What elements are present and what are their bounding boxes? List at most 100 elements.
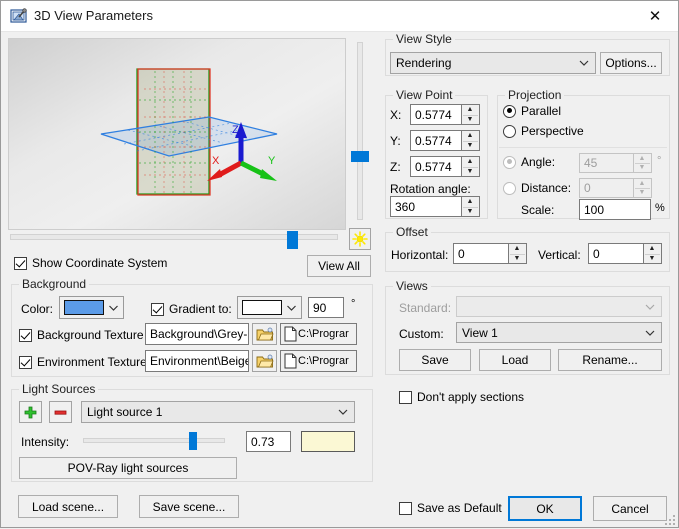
light-color-swatch-button[interactable] xyxy=(301,431,355,452)
background-color-swatch xyxy=(64,300,104,315)
chevron-up-icon[interactable]: ▲ xyxy=(462,197,478,206)
chevron-up-icon[interactable]: ▲ xyxy=(462,105,478,114)
ok-button[interactable]: OK xyxy=(508,496,582,521)
environment-texture-checkbox[interactable]: Environment Texture xyxy=(19,355,147,369)
view-style-options-button[interactable]: Options... xyxy=(600,52,662,74)
3d-preview-viewport[interactable]: Z X Y xyxy=(8,38,346,230)
rotation-angle-input[interactable]: 360 xyxy=(390,196,462,217)
chevron-down-icon[interactable]: ▼ xyxy=(634,188,650,197)
projection-parallel-label: Parallel xyxy=(521,104,562,118)
background-color-combo[interactable] xyxy=(59,296,124,319)
light-source-select[interactable]: Light source 1 xyxy=(81,401,355,423)
viewport-vertical-slider-thumb[interactable] xyxy=(351,151,369,162)
environment-texture-file-button[interactable]: C:\Prograr xyxy=(280,350,357,372)
environment-texture-label: Environment Texture xyxy=(37,355,147,369)
background-texture-file-button[interactable]: C:\Prograr xyxy=(280,323,357,345)
projection-scale-input[interactable]: 100 xyxy=(579,199,651,220)
intensity-label: Intensity: xyxy=(21,435,70,449)
chevron-up-icon[interactable]: ▲ xyxy=(644,244,660,253)
sun-icon[interactable] xyxy=(349,228,371,250)
projection-perspective-radio[interactable]: Perspective xyxy=(503,124,584,138)
chevron-up-icon[interactable]: ▲ xyxy=(509,244,525,253)
chevron-down-icon[interactable]: ▼ xyxy=(634,163,650,172)
views-standard-select[interactable] xyxy=(456,296,662,317)
gradient-angle-input[interactable]: 90 xyxy=(308,297,344,318)
checkbox-box xyxy=(14,256,27,270)
file-icon xyxy=(284,326,297,342)
close-icon[interactable]: ✕ xyxy=(632,1,678,31)
gradient-color-swatch xyxy=(242,300,282,315)
checkbox-box xyxy=(151,302,164,316)
chevron-up-icon[interactable]: ▲ xyxy=(462,131,478,140)
chevron-down-icon[interactable]: ▼ xyxy=(462,141,478,150)
folder-icon[interactable] xyxy=(252,350,277,372)
chevron-down-icon xyxy=(573,60,595,66)
background-color-label: Color: xyxy=(21,302,54,316)
add-light-icon[interactable] xyxy=(19,401,42,423)
rotation-angle-spinner[interactable]: ▲ ▼ xyxy=(462,196,480,217)
view-point-z-spinner[interactable]: ▲ ▼ xyxy=(462,156,480,177)
projection-parallel-radio[interactable]: Parallel xyxy=(503,104,561,118)
projection-angle-radio[interactable]: Angle: xyxy=(503,155,555,169)
views-save-button[interactable]: Save xyxy=(399,349,471,371)
projection-group-label: Projection xyxy=(505,88,565,102)
chevron-down-icon[interactable]: ▼ xyxy=(462,167,478,176)
chevron-down-icon xyxy=(282,305,301,311)
background-texture-path-input[interactable]: Background\Grey-bl xyxy=(145,323,249,345)
view-point-x-input[interactable]: 0.5774 xyxy=(410,104,462,125)
chevron-down-icon[interactable]: ▼ xyxy=(509,254,525,263)
chevron-up-icon[interactable]: ▲ xyxy=(462,157,478,166)
projection-distance-radio[interactable]: Distance: xyxy=(503,181,571,195)
chevron-up-icon[interactable]: ▲ xyxy=(634,179,650,188)
view-all-button[interactable]: View All xyxy=(307,255,371,277)
cancel-button[interactable]: Cancel xyxy=(593,496,667,521)
axis-label-y: Y xyxy=(268,155,276,167)
folder-icon[interactable] xyxy=(252,323,277,345)
environment-texture-path-input[interactable]: Environment\Beige_ xyxy=(145,350,249,372)
views-standard-label: Standard: xyxy=(399,301,452,315)
dont-apply-sections-checkbox[interactable]: Don't apply sections xyxy=(399,390,524,404)
chevron-down-icon[interactable]: ▼ xyxy=(462,207,478,216)
remove-light-icon[interactable] xyxy=(49,401,72,423)
offset-horizontal-spinner[interactable]: ▲ ▼ xyxy=(509,243,527,264)
save-as-default-checkbox[interactable]: Save as Default xyxy=(399,501,502,515)
projection-scale-label: Scale: xyxy=(521,203,555,217)
background-texture-label: Background Texture xyxy=(37,328,144,342)
viewport-horizontal-slider-thumb[interactable] xyxy=(287,231,298,249)
view-point-y-input[interactable]: 0.5774 xyxy=(410,130,462,151)
gradient-angle-unit: ° xyxy=(351,298,356,310)
intensity-slider-track[interactable] xyxy=(83,438,225,443)
file-icon xyxy=(284,353,297,369)
view-style-select[interactable]: Rendering xyxy=(390,52,596,74)
intensity-value-input[interactable]: 0.73 xyxy=(246,431,291,452)
projection-distance-input[interactable]: 0 xyxy=(579,178,634,198)
view-point-z-input[interactable]: 0.5774 xyxy=(410,156,462,177)
chevron-down-icon[interactable]: ▼ xyxy=(462,115,478,124)
show-coordinate-system-checkbox[interactable]: Show Coordinate System xyxy=(14,256,167,270)
gradient-color-combo[interactable] xyxy=(237,296,302,319)
save-scene-button[interactable]: Save scene... xyxy=(139,495,239,518)
projection-angle-spinner[interactable]: ▲ ▼ xyxy=(634,153,652,173)
resize-grip[interactable] xyxy=(664,514,676,526)
view-point-y-spinner[interactable]: ▲ ▼ xyxy=(462,130,480,151)
viewport-vertical-slider-track[interactable] xyxy=(357,42,363,220)
projection-angle-input[interactable]: 45 xyxy=(579,153,634,173)
save-as-default-label: Save as Default xyxy=(417,501,502,515)
rotation-angle-label: Rotation angle: xyxy=(390,182,471,196)
views-custom-selected-value: View 1 xyxy=(462,325,498,340)
projection-distance-spinner[interactable]: ▲ ▼ xyxy=(634,178,652,198)
load-scene-button[interactable]: Load scene... xyxy=(18,495,118,518)
gradient-to-checkbox[interactable]: Gradient to: xyxy=(151,302,232,316)
views-load-button[interactable]: Load xyxy=(479,349,551,371)
offset-vertical-spinner[interactable]: ▲ ▼ xyxy=(644,243,662,264)
offset-vertical-input[interactable]: 0 xyxy=(588,243,644,264)
chevron-up-icon[interactable]: ▲ xyxy=(634,154,650,163)
views-rename-button[interactable]: Rename... xyxy=(558,349,662,371)
view-point-x-spinner[interactable]: ▲ ▼ xyxy=(462,104,480,125)
background-texture-checkbox[interactable]: Background Texture xyxy=(19,328,144,342)
chevron-down-icon[interactable]: ▼ xyxy=(644,254,660,263)
offset-horizontal-input[interactable]: 0 xyxy=(453,243,509,264)
povray-light-sources-button[interactable]: POV-Ray light sources xyxy=(19,457,237,479)
intensity-slider-thumb[interactable] xyxy=(189,432,197,450)
views-custom-select[interactable]: View 1 xyxy=(456,322,662,343)
